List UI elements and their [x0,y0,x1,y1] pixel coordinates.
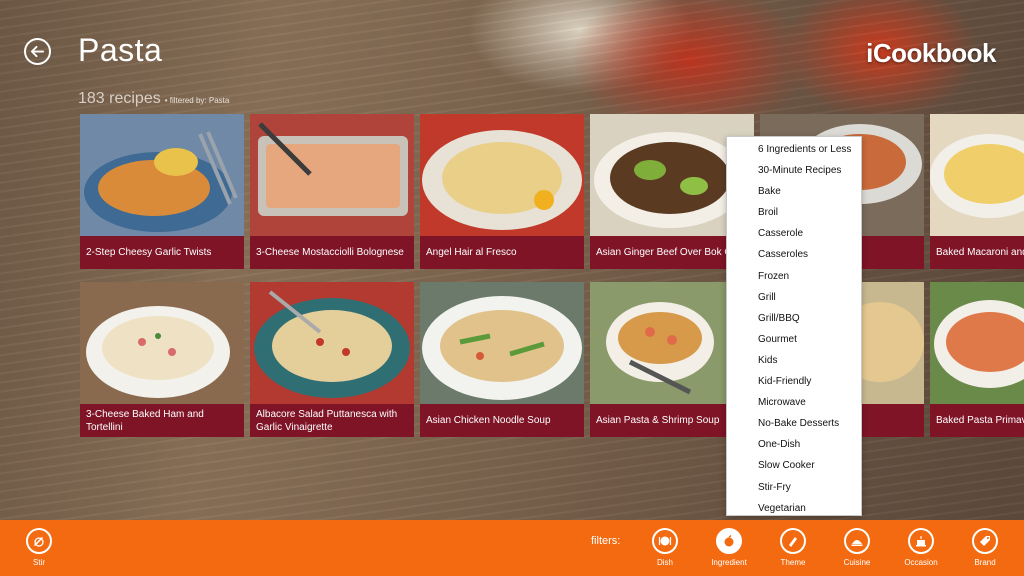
recipe-photo [80,114,244,236]
dropdown-option[interactable]: Broil [727,202,861,223]
dropdown-option[interactable]: Slow Cooker [727,455,861,476]
dish-icon [658,536,672,546]
dropdown-option[interactable]: Frozen [727,266,861,287]
page-title: Pasta [78,32,163,68]
filter-dish-button[interactable]: Dish [638,528,692,567]
dropdown-option[interactable]: Vegetarian [727,498,861,519]
filter-ingredient-label: Ingredient [711,558,747,567]
recipe-count-line: 183 recipes • filtered by: Pasta [78,90,229,108]
recipe-photo [80,282,244,404]
ingredient-icon [724,535,734,547]
dropdown-option[interactable]: Grill/BBQ [727,308,861,329]
filter-brand-button[interactable]: Brand [958,528,1012,567]
recipe-grid: 2-Step Cheesy Garlic Twists 3-Cheese Mos… [80,114,1024,437]
recipe-photo [250,282,414,404]
recipe-photo [250,114,414,236]
stir-label: Stir [33,558,45,567]
filter-cuisine-label: Cuisine [843,558,871,567]
dropdown-option[interactable]: No-Bake Desserts [727,413,861,434]
stir-button[interactable]: Stir [12,528,66,567]
recipe-tile[interactable]: Asian Chicken Noodle Soup [420,282,584,437]
filter-theme-label: Theme [780,558,806,567]
recipe-tile[interactable]: Baked Pasta Primave [930,282,1024,437]
recipe-tile[interactable]: Baked Macaroni and [930,114,1024,269]
recipe-tile[interactable]: 2-Step Cheesy Garlic Twists [80,114,244,269]
filter-cuisine-button[interactable]: Cuisine [830,528,884,567]
recipe-photo [930,282,1024,404]
recipe-title: 3-Cheese Mostacciolli Bolognese [250,236,414,269]
recipe-photo [420,114,584,236]
dropdown-option[interactable]: Kid-Friendly [727,371,861,392]
recipe-tile[interactable]: 3-Cheese Mostacciolli Bolognese [250,114,414,269]
filter-occasion-button[interactable]: Occasion [894,528,948,567]
filter-ingredient-button[interactable]: Ingredient [702,528,756,567]
ingredient-filter-dropdown: 6 Ingredients or Less 30-Minute Recipes … [726,136,862,516]
recipe-title: 3-Cheese Baked Ham and Tortellini [80,404,244,437]
dropdown-option[interactable]: Kids [727,350,861,371]
dropdown-option[interactable]: Gourmet [727,329,861,350]
filter-theme-button[interactable]: Theme [766,528,820,567]
dropdown-option[interactable]: Microwave [727,392,861,413]
dropdown-option[interactable]: Grill [727,287,861,308]
dropdown-option[interactable]: 30-Minute Recipes [727,160,861,181]
dropdown-option[interactable]: One-Dish [727,434,861,455]
back-button[interactable] [24,38,51,65]
theme-icon [789,537,797,547]
cuisine-icon [851,540,863,546]
app-bar: Stir filters: Dish Ingredient Theme Cuis… [0,520,1024,576]
recipe-title: Asian Chicken Noodle Soup [420,404,584,437]
stir-icon [34,537,44,547]
recipe-tile[interactable]: Angel Hair al Fresco [420,114,584,269]
recipe-title: Albacore Salad Puttanesca with Garlic Vi… [250,404,414,437]
brand-icon [980,536,990,546]
filter-dish-label: Dish [656,558,673,567]
dropdown-option[interactable]: Stir-Fry [727,477,861,498]
back-arrow-icon [30,45,45,58]
recipe-count: 183 recipes [78,90,161,107]
dropdown-option[interactable]: Casserole [727,223,861,244]
recipe-photo [930,114,1024,236]
occasion-icon [916,536,926,547]
recipe-title: Baked Pasta Primave [930,404,1024,437]
recipe-photo [420,282,584,404]
recipe-tile[interactable]: Albacore Salad Puttanesca with Garlic Vi… [250,282,414,437]
filter-note: • filtered by: Pasta [164,96,230,105]
filter-occasion-label: Occasion [904,558,938,567]
recipe-title: Angel Hair al Fresco [420,236,584,269]
dropdown-option[interactable]: 6 Ingredients or Less [727,139,861,160]
dropdown-option[interactable]: Casseroles [727,244,861,265]
dropdown-option[interactable]: Bake [727,181,861,202]
recipe-title: 2-Step Cheesy Garlic Twists [80,236,244,269]
filter-brand-label: Brand [974,558,996,567]
recipe-title: Baked Macaroni and [930,236,1024,269]
recipe-tile[interactable]: 3-Cheese Baked Ham and Tortellini [80,282,244,437]
app-logo: iCookbook [866,38,996,68]
filters-label: filters: [591,535,621,547]
